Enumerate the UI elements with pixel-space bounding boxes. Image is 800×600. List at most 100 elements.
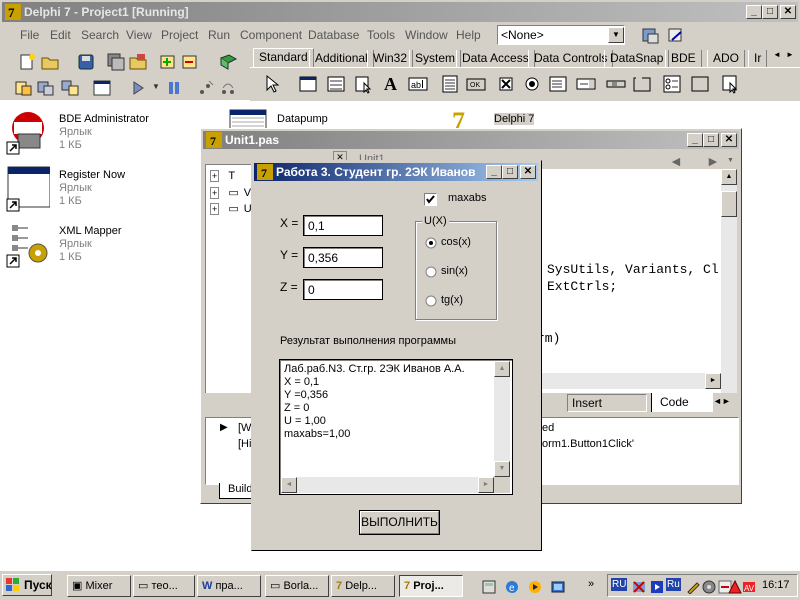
form-close-button[interactable]: ✕ <box>520 165 536 179</box>
expand-icon[interactable]: + <box>210 170 220 182</box>
tree-node[interactable]: + ▭ V <box>210 186 251 199</box>
open-project-icon[interactable] <box>128 52 148 72</box>
task-pra[interactable]: W пра... <box>197 575 261 597</box>
add-to-project-icon[interactable] <box>158 52 178 72</box>
actionlist-icon[interactable] <box>720 74 740 94</box>
main-menu-icon[interactable] <box>326 74 346 94</box>
editor-maximize-button[interactable]: □ <box>703 133 719 147</box>
quick-launch-ie-icon[interactable]: e <box>505 580 519 594</box>
clock[interactable]: 16:17 <box>762 579 790 591</box>
task-proj[interactable]: 7 Proj... <box>399 575 463 597</box>
menu-window[interactable]: Window <box>405 28 448 42</box>
result-memo[interactable]: Лаб.раб.N3. Ст.гр. 2ЭК Иванов А.А. X = 0… <box>279 359 513 495</box>
z-input[interactable]: 0 <box>303 279 383 300</box>
radiobutton-icon[interactable] <box>522 74 542 94</box>
player-icon[interactable] <box>650 580 664 594</box>
expand-icon[interactable]: + <box>210 203 220 215</box>
palette-tab-ir[interactable]: Ir <box>748 50 768 67</box>
menu-file[interactable]: File <box>20 28 39 42</box>
palette-tab-data-controls[interactable]: Data Controls <box>528 50 614 67</box>
panel-icon[interactable] <box>690 74 710 94</box>
minimize-button[interactable]: _ <box>746 5 762 19</box>
combobox-icon[interactable] <box>576 74 596 94</box>
scroll-down-icon[interactable]: ▼ <box>494 461 510 477</box>
language-indicator[interactable]: RU <box>611 578 628 591</box>
checkbox-icon[interactable] <box>496 74 516 94</box>
palette-tab-ado[interactable]: ADO <box>707 50 746 67</box>
memo-icon[interactable] <box>440 74 460 94</box>
radiogroup-icon[interactable] <box>662 74 682 94</box>
scroll-left-icon[interactable]: ◄ <box>281 477 297 493</box>
palette-scroll-right-icon[interactable]: ► <box>784 50 796 64</box>
menu-database[interactable]: Database <box>308 28 359 42</box>
maximize-button[interactable]: □ <box>762 5 778 19</box>
popup-menu-icon[interactable] <box>354 74 374 94</box>
toggle-form-unit-icon[interactable] <box>60 78 80 98</box>
scroll-right-icon[interactable]: ► <box>705 373 721 389</box>
code-vertical-scrollbar[interactable]: ▲ ▼ <box>721 169 737 413</box>
editor-close-button[interactable]: ✕ <box>721 133 737 147</box>
groupbox-icon[interactable] <box>632 74 652 94</box>
expand-icon[interactable]: + <box>210 187 220 199</box>
history-dropdown-icon[interactable]: ▼ <box>727 157 734 164</box>
pen-icon[interactable] <box>686 580 700 595</box>
form-title-bar[interactable]: 7 Работа 3. Студент гр. 2ЭК Иванов _ □ ✕ <box>254 163 538 181</box>
save-all-icon[interactable] <box>106 52 126 72</box>
new-items-icon[interactable] <box>18 52 38 72</box>
pause-icon[interactable] <box>164 78 184 98</box>
frames-icon[interactable] <box>298 74 318 94</box>
quick-launch-desktop-icon[interactable] <box>551 580 565 594</box>
menu-help[interactable]: Help <box>456 28 481 42</box>
palette-scroll-left-icon[interactable]: ◄ <box>771 50 783 64</box>
close-button[interactable]: ✕ <box>780 5 796 19</box>
step-over-icon[interactable] <box>218 78 238 98</box>
network-icon[interactable] <box>632 580 646 594</box>
forward-arrow-icon[interactable]: ► <box>706 153 720 169</box>
ide-title-bar[interactable]: 7 Delphi 7 - Project1 [Running] _ □ ✕ <box>2 2 798 22</box>
menu-component[interactable]: Component <box>240 28 302 42</box>
diagram-tab-icon[interactable]: ◄► <box>713 396 731 406</box>
memo-vertical-scrollbar[interactable]: ▲ ▼ <box>494 361 510 477</box>
help-icon[interactable] <box>218 52 238 72</box>
palette-tab-additional[interactable]: Additional <box>309 50 374 67</box>
new-form-icon[interactable] <box>92 78 112 98</box>
palette-tab-win32[interactable]: Win32 <box>367 50 414 67</box>
trace-into-icon[interactable] <box>196 78 216 98</box>
task-delp[interactable]: 7 Delp... <box>331 575 395 597</box>
chevron-down-icon[interactable]: ▼ <box>608 27 624 43</box>
language-indicator-secondary[interactable]: Ru <box>666 578 681 591</box>
y-input[interactable]: 0,356 <box>303 247 383 268</box>
av-shield-icon[interactable]: AV <box>742 580 756 594</box>
run-dropdown-icon[interactable]: ▼ <box>152 82 160 91</box>
menu-project[interactable]: Project <box>161 28 198 42</box>
run-icon[interactable] <box>128 78 148 98</box>
scroll-right-icon[interactable]: ► <box>478 477 494 493</box>
button-icon[interactable]: OK <box>466 74 486 94</box>
desktop-layout-combo[interactable]: <None> ▼ <box>497 25 625 45</box>
scroll-up-icon[interactable]: ▲ <box>721 169 737 185</box>
form-minimize-button[interactable]: _ <box>486 165 502 179</box>
task-teo[interactable]: ▭ тео... <box>133 575 195 597</box>
run-button[interactable]: ВЫПОЛНИТЬ <box>359 510 440 535</box>
view-form-icon[interactable] <box>36 78 56 98</box>
save-desktop-icon[interactable] <box>641 26 661 46</box>
memo-horizontal-scrollbar[interactable]: ◄ ► <box>281 477 494 493</box>
palette-tab-data-access[interactable]: Data Access <box>456 50 535 67</box>
more-quick-launch-icon[interactable]: » <box>588 578 594 590</box>
editor-title-bar[interactable]: Unit1.pas 7 _ □ ✕ <box>203 131 739 149</box>
open-icon[interactable] <box>40 52 60 72</box>
form-maximize-button[interactable]: □ <box>502 165 518 179</box>
scroll-thumb[interactable] <box>721 191 737 217</box>
palette-tab-standard[interactable]: Standard <box>253 48 314 67</box>
code-tab[interactable]: Code <box>651 393 713 412</box>
start-button[interactable]: Пуск <box>2 574 52 596</box>
debug-layout-icon[interactable] <box>666 26 686 46</box>
remove-from-project-icon[interactable] <box>180 52 200 72</box>
label-icon[interactable]: A <box>384 74 397 95</box>
menu-edit[interactable]: Edit <box>50 28 71 42</box>
tree-node[interactable]: + T <box>210 170 235 182</box>
back-arrow-icon[interactable]: ◄ <box>669 153 683 169</box>
task-mixer[interactable]: ▣ Mixer <box>67 575 131 597</box>
warning-icon[interactable] <box>728 579 742 594</box>
tree-node[interactable]: + ▭ U <box>210 202 252 215</box>
